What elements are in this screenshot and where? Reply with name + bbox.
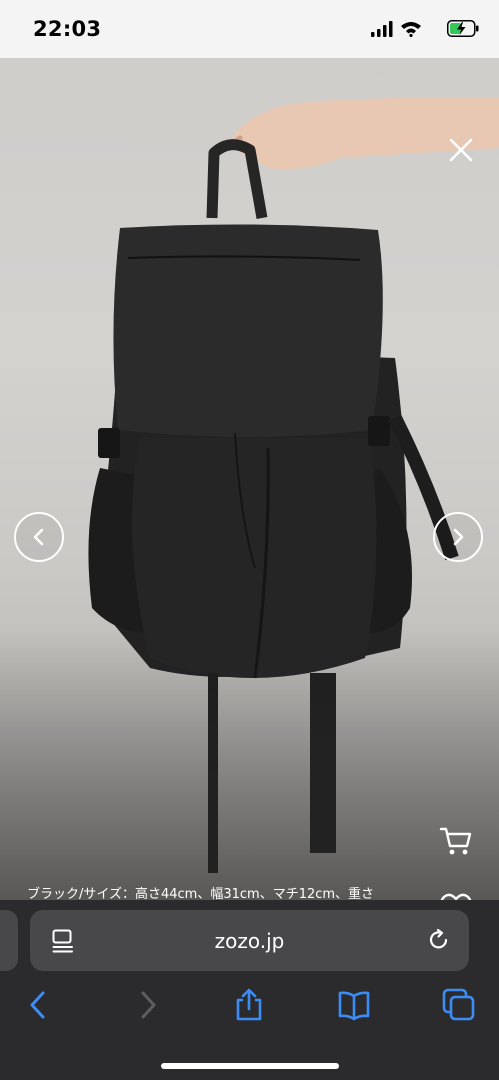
status-bar: 22:03 xyxy=(0,0,499,58)
home-indicator[interactable] xyxy=(161,1063,339,1069)
signal-icon xyxy=(371,21,393,37)
next-image-button[interactable] xyxy=(433,512,483,562)
cart-icon[interactable] xyxy=(439,824,473,858)
browser-toolbar: zozo.jp xyxy=(0,900,499,1080)
share-icon[interactable] xyxy=(232,988,266,1022)
back-icon[interactable] xyxy=(22,988,56,1022)
chevron-left-icon xyxy=(33,528,44,546)
reload-icon[interactable] xyxy=(427,928,451,952)
photo-shade xyxy=(0,630,499,900)
url-text: zozo.jp xyxy=(214,929,285,953)
previous-tab-preview[interactable] xyxy=(0,910,18,971)
heart-icon[interactable] xyxy=(440,892,472,900)
image-caption: ブラック/サイズ：高さ44cm、幅31cm、マチ12cm、重さ680g xyxy=(27,887,375,900)
close-icon[interactable] xyxy=(447,136,475,164)
wifi-icon xyxy=(401,22,421,37)
previous-image-button[interactable] xyxy=(14,512,64,562)
battery-icon xyxy=(447,20,479,37)
status-time: 22:03 xyxy=(33,17,102,41)
address-bar[interactable]: zozo.jp xyxy=(30,910,469,971)
forward-icon[interactable] xyxy=(130,988,164,1022)
product-photo[interactable]: ブラック/サイズ：高さ44cm、幅31cm、マチ12cm、重さ680g xyxy=(0,58,499,900)
bookmarks-icon[interactable] xyxy=(337,988,371,1022)
tabs-icon[interactable] xyxy=(442,988,476,1022)
chevron-right-icon xyxy=(453,528,464,546)
